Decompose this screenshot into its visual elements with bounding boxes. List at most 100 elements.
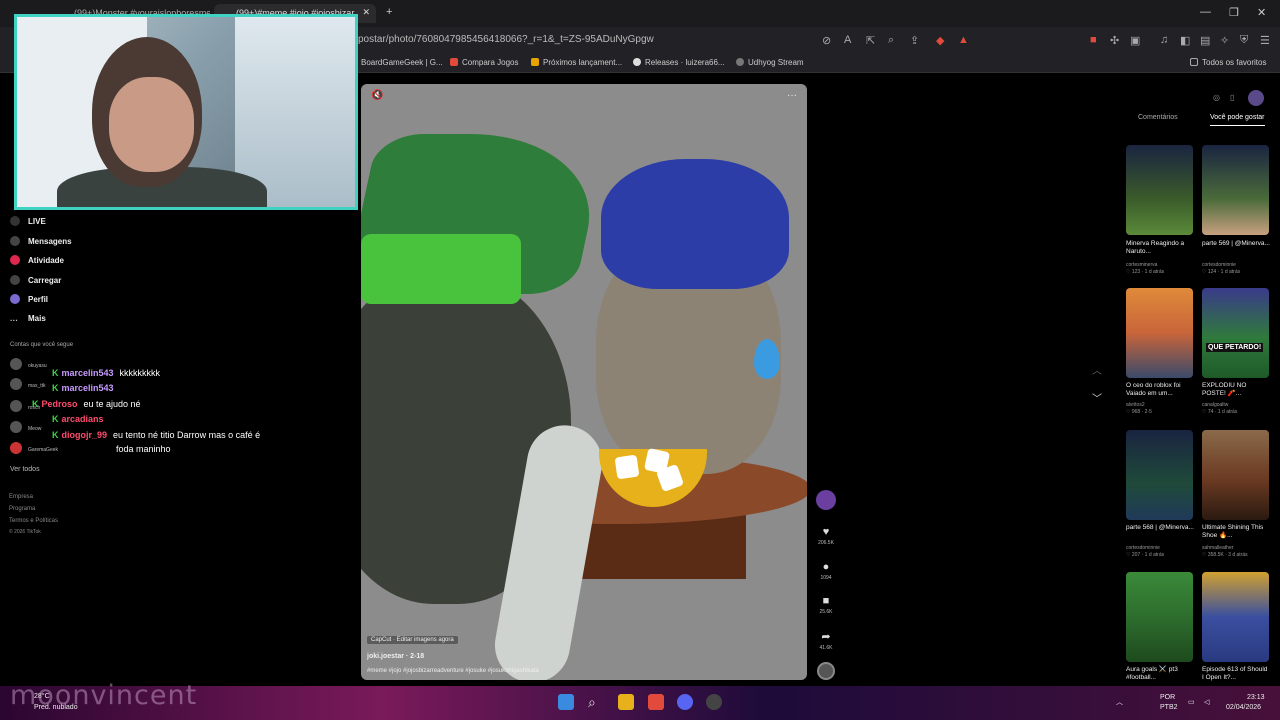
sidebar-item-activity[interactable]: Atividade	[10, 255, 64, 265]
share-button[interactable]: ➦ 41.6K	[814, 630, 838, 651]
bookmark-favicon-icon	[736, 58, 744, 66]
vpn-icon[interactable]: ⛨	[1240, 34, 1248, 47]
capcut-badge[interactable]: CapCut · Editar imagens agora	[367, 636, 458, 644]
wallet-icon[interactable]: ▤	[1200, 34, 1210, 47]
card-author: cortesminerva	[1126, 262, 1158, 268]
extensions-icon[interactable]: ✣	[1110, 34, 1119, 47]
following-account[interactable]: Meow	[10, 421, 41, 433]
sidebar-item-more[interactable]: ··· Mais	[10, 314, 46, 326]
file-explorer-icon[interactable]	[618, 694, 634, 710]
video-thumbnail	[1202, 430, 1269, 520]
screenshot-icon[interactable]: ▣	[1130, 34, 1140, 47]
sidebar-item-messages[interactable]: Mensagens	[10, 236, 72, 246]
bookmark-button[interactable]: ■ 25.6K	[814, 595, 838, 615]
video-menu-icon[interactable]: ···	[787, 90, 797, 101]
new-tab-button[interactable]: +	[386, 6, 392, 18]
avatar	[10, 400, 22, 412]
video-player[interactable]: 🔇 ··· CapCut · Editar imagens agora joki…	[361, 84, 807, 680]
sidebar-item-live[interactable]: LIVE	[10, 216, 46, 226]
card-meta: ♡ 207 · 1 d atrás	[1126, 552, 1165, 558]
following-account[interactable]: okuyasu	[10, 358, 47, 370]
volume-icon[interactable]: ◁	[1204, 698, 1209, 706]
discord-icon[interactable]	[677, 694, 693, 710]
keyboard-layout[interactable]: PTB2	[1160, 704, 1178, 711]
tab-comments[interactable]: Comentários	[1138, 114, 1178, 121]
clock-time[interactable]: 23:13	[1247, 694, 1265, 701]
sweat-drop-icon	[754, 339, 780, 379]
tray-overflow-icon[interactable]: ︿	[1116, 697, 1123, 707]
maximize-button[interactable]: ❐	[1229, 6, 1239, 19]
footer-link[interactable]: Termos e Políticas	[9, 518, 58, 524]
brave-icon[interactable]	[648, 694, 664, 710]
bookmark-item[interactable]: Compara Jogos	[450, 58, 518, 67]
following-account[interactable]: max_ttk	[10, 378, 46, 390]
language-indicator[interactable]: POR	[1160, 694, 1175, 701]
collapse-icon[interactable]: ◎	[1213, 93, 1220, 102]
network-icon[interactable]: ▭	[1188, 698, 1195, 706]
footer-link[interactable]: Empresa	[9, 494, 33, 500]
media-icon[interactable]: ♫	[1160, 34, 1168, 46]
share-page-icon[interactable]: ⇪	[910, 34, 919, 47]
zoom-icon[interactable]: ⌕	[888, 34, 894, 47]
bookmark-item[interactable]: Releases · luizera66...	[633, 58, 725, 67]
bookmark-favicon-icon	[531, 58, 539, 66]
activity-icon	[10, 255, 20, 265]
open-external-icon[interactable]: ⇱	[866, 34, 875, 47]
extension-icon[interactable]: ■	[1090, 34, 1097, 46]
share-icon: ➦	[821, 631, 831, 643]
music-disc[interactable]	[814, 662, 838, 683]
start-icon[interactable]	[558, 694, 574, 710]
sidebar-item-upload[interactable]: Carregar	[10, 275, 61, 285]
sidebar-item-profile[interactable]: Perfil	[10, 294, 48, 304]
close-tab-icon[interactable]: ✕	[362, 7, 370, 18]
sub-badge-icon: K	[32, 399, 39, 409]
brave-shield-icon[interactable]: ◆	[936, 34, 944, 47]
heart-icon: ♥	[822, 526, 830, 538]
reader-icon[interactable]: ⊘	[822, 34, 831, 47]
close-window-button[interactable]: ✕	[1257, 6, 1266, 19]
card-author: alvritos2	[1126, 402, 1145, 408]
video-author[interactable]: joki.joestar · 2-18	[367, 653, 424, 660]
all-bookmarks[interactable]: Todos os favoritos	[1190, 58, 1266, 67]
video-thumbnail: QUE PETARDO!	[1202, 288, 1269, 378]
video-thumbnail	[1126, 430, 1193, 520]
following-account[interactable]: GaremaGeek	[10, 442, 58, 454]
author-avatar[interactable]	[814, 490, 838, 513]
rewards-icon[interactable]: ▲	[958, 34, 969, 46]
mute-icon[interactable]: 🔇	[371, 90, 383, 101]
bookmark-item[interactable]: Próximos lançament...	[531, 58, 622, 67]
minimize-button[interactable]: —	[1200, 6, 1211, 18]
url-field[interactable]: postar/photo/7608047985456418066?_r=1&_t…	[358, 34, 654, 45]
clock-date[interactable]: 02/04/2026	[1226, 704, 1261, 711]
search-icon[interactable]: ⌕	[588, 694, 604, 710]
video-thumbnail	[1126, 288, 1193, 378]
bookmark-item[interactable]: BoardGameGeek | G...	[361, 58, 443, 67]
like-button[interactable]: ♥ 206.5K	[814, 526, 838, 546]
webcam-overlay	[14, 14, 358, 210]
chat-message: Kdiogojr_99 eu tento né titio Darrow mas …	[52, 430, 261, 440]
avatar	[10, 358, 22, 370]
translate-icon[interactable]: A	[844, 34, 851, 46]
leo-icon[interactable]: ✧	[1220, 34, 1229, 47]
avatar[interactable]	[1248, 90, 1264, 106]
next-video-button[interactable]: ﹀	[1092, 390, 1102, 405]
trash-icon[interactable]: ▯	[1230, 93, 1234, 102]
previous-video-button[interactable]: ︿	[1092, 362, 1102, 377]
avatar	[10, 378, 22, 390]
bookmark-icon: ■	[822, 595, 830, 607]
chat-message: K Pedroso eu te ajudo né	[32, 399, 141, 409]
comment-button[interactable]: ● 1094	[814, 561, 838, 581]
app-icon[interactable]	[706, 694, 722, 710]
video-hashtags[interactable]: #meme #jojo #jojosbizarreadventure #josu…	[367, 668, 539, 674]
footer-link[interactable]: Programa	[9, 506, 35, 512]
tab-you-may-like[interactable]: Você pode gostar	[1210, 114, 1265, 126]
bookmark-item[interactable]: Udhyog Stream	[736, 58, 804, 67]
menu-icon[interactable]: ☰	[1260, 34, 1270, 47]
see-all-link[interactable]: Ver todos	[10, 466, 40, 473]
video-thumbnail	[1202, 572, 1269, 662]
chat-message: Karcadians	[52, 414, 104, 424]
card-title: Ultimate Shining This Shoe 🔥...	[1202, 524, 1264, 539]
comment-icon: ●	[822, 561, 830, 573]
avatar	[10, 421, 22, 433]
sidebar-toggle-icon[interactable]: ◧	[1180, 34, 1190, 47]
